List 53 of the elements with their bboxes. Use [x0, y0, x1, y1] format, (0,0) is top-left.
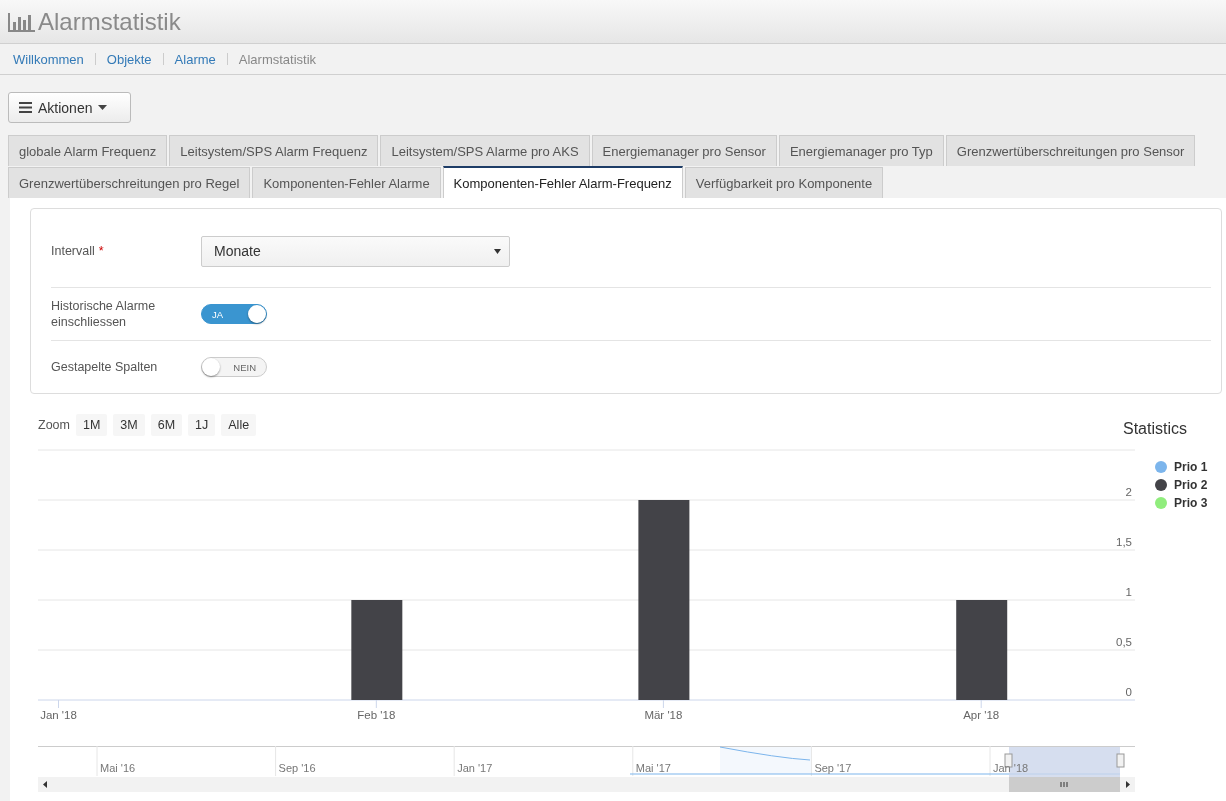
actions-button[interactable]: Aktionen	[8, 92, 131, 123]
chart-title: Statistics	[1123, 420, 1188, 438]
tab[interactable]: Grenzwertüberschreitungen pro Regel	[8, 167, 251, 198]
y-axis-label: 0,5	[1116, 636, 1132, 648]
tab[interactable]: Leitsystem/SPS Alarm Frequenz	[169, 135, 379, 166]
tab[interactable]: Leitsystem/SPS Alarme pro AKS	[380, 135, 590, 166]
breadcrumb-link[interactable]: Objekte	[106, 51, 152, 67]
legend-label[interactable]: Prio 1	[1174, 460, 1208, 474]
interval-select[interactable]: Monate	[201, 235, 510, 267]
zoom-button[interactable]: Alle	[221, 414, 257, 436]
tab[interactable]: Komponenten-Fehler Alarme	[252, 167, 441, 198]
x-axis-label: Jan '18	[40, 709, 77, 721]
tab[interactable]: Grenzwertüberschreitungen pro Sensor	[945, 135, 1196, 166]
toggle-switch[interactable]: NEIN	[201, 357, 267, 377]
legend-label[interactable]: Prio 3	[1174, 496, 1208, 510]
caret-icon	[494, 248, 501, 254]
caret-icon	[98, 105, 108, 110]
tab[interactable]: Verfügbarkeit pro Komponente	[684, 167, 884, 198]
scrollbar[interactable]	[38, 777, 1135, 792]
zoom-button[interactable]: 6M	[150, 414, 183, 436]
menu-icon	[19, 102, 32, 113]
zoom-button[interactable]: 1J	[188, 414, 216, 436]
field-label: Historische Alarme einschliessen	[51, 299, 156, 329]
field-label: Gestapelte Spalten	[51, 360, 158, 374]
navigator-label: Sep '16	[278, 762, 316, 774]
tab[interactable]: Komponenten-Fehler Alarm-Frequenz	[442, 166, 683, 198]
x-axis-label: Mär '18	[644, 709, 683, 721]
tab[interactable]: Energiemanager pro Typ	[778, 135, 944, 166]
toggle-switch[interactable]: JA	[201, 304, 267, 324]
tab[interactable]: Energiemanager pro Sensor	[591, 135, 777, 166]
breadcrumb-link[interactable]: Alarme	[174, 51, 216, 67]
y-axis-label: 2	[1125, 486, 1132, 498]
required-mark: *	[98, 244, 104, 258]
breadcrumb-link[interactable]: Willkommen	[13, 51, 84, 67]
zoom-button[interactable]: 3M	[113, 414, 145, 436]
page-title: Alarmstatistik	[38, 7, 181, 36]
y-axis-label: 0	[1125, 686, 1132, 698]
navigator-label: Sep '17	[814, 762, 852, 774]
zoom-button[interactable]: 1M	[75, 414, 108, 436]
zoom-label: Zoom	[38, 418, 70, 432]
x-axis-label: Apr '18	[963, 709, 1000, 721]
tab[interactable]: globale Alarm Frequenz	[8, 135, 168, 166]
x-axis-label: Feb '18	[357, 709, 396, 721]
navigator-label: Jan '18	[993, 762, 1029, 774]
navigator-label: Mai '17	[635, 762, 671, 774]
breadcrumb-current: Alarmstatistik	[238, 51, 317, 67]
y-axis-label: 1	[1125, 586, 1132, 598]
navigator-label: Mai '16	[100, 762, 136, 774]
navigator-label: Jan '17	[457, 762, 493, 774]
field-label: Intervall	[51, 244, 95, 258]
bar-chart-icon	[8, 11, 36, 32]
y-axis-label: 1,5	[1116, 536, 1132, 548]
legend-label[interactable]: Prio 2	[1174, 478, 1208, 492]
